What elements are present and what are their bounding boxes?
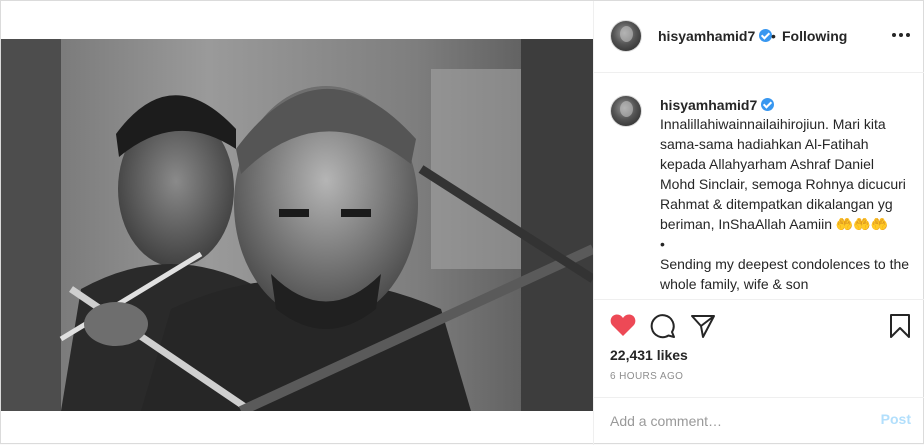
post-timestamp[interactable]: 6 HOURS AGO [610,371,683,382]
caption-username[interactable]: hisyamhamid7 [660,97,757,113]
bookmark-icon[interactable] [889,313,911,339]
likes-count[interactable]: 22,431 likes [610,347,688,363]
post-header: hisyamhamid7 • Following [594,1,924,73]
paper-plane-icon[interactable] [690,313,716,339]
post-photo[interactable] [1,39,593,411]
heart-filled-icon[interactable] [610,313,636,337]
post-photo-image [1,39,593,411]
comments-section[interactable]: hisyamhamid7 Innalillahiwainnailaihiroji… [594,73,924,300]
author-avatar[interactable] [610,20,642,52]
header-separator: • [771,28,776,44]
caption-username-link[interactable]: hisyamhamid7 [660,97,775,113]
author-username-link[interactable]: hisyamhamid7 [658,28,773,44]
following-button[interactable]: Following [782,28,847,44]
post-sidebar: hisyamhamid7 • Following hisyamhamid7 In… [593,1,924,445]
caption-text: Innalillahiwainnailaihirojiun. Mari kita… [660,116,910,292]
comment-icon[interactable] [650,313,676,339]
add-comment-bar: Post [594,397,924,445]
verified-badge-icon [761,98,775,111]
more-horizontal-icon[interactable] [891,25,911,45]
comment-input[interactable] [610,408,860,434]
author-username[interactable]: hisyamhamid7 [658,28,755,44]
caption-author-avatar[interactable] [610,95,642,127]
post-comment-button[interactable]: Post [881,411,911,427]
post-card: hisyamhamid7 • Following hisyamhamid7 In… [0,0,924,445]
